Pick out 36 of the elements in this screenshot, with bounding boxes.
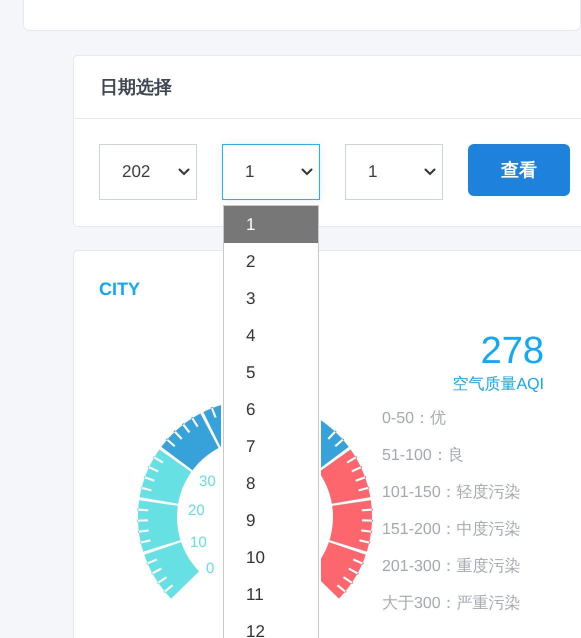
panel-title: 日期选择: [100, 76, 172, 98]
legend-item: 0-50：优: [382, 409, 448, 429]
select-field[interactable]: 1: [222, 144, 320, 200]
legend-item: 151-200：中度污染: [382, 520, 522, 540]
gauge-label: 20: [188, 502, 205, 519]
legend-item: 201-300：重度污染: [382, 556, 522, 577]
aqi-label: 空气质量AQI: [452, 374, 545, 395]
city-title: CITY: [99, 279, 140, 299]
legend-item: 大于300：严重污染: [382, 594, 522, 614]
dropdown-option[interactable]: 9: [224, 502, 318, 539]
dropdown-option[interactable]: 3: [224, 280, 318, 317]
dropdown-option[interactable]: 7: [224, 428, 318, 465]
select-value: 202: [122, 161, 150, 184]
chevron-icon: [424, 168, 436, 176]
dropdown-option[interactable]: 5: [224, 354, 318, 391]
select-field[interactable]: 1: [345, 144, 443, 200]
view-button[interactable]: 查看: [468, 144, 570, 196]
dropdown-option[interactable]: 2: [224, 243, 318, 280]
aqi-value: 278: [480, 329, 545, 373]
gauge-label: 0: [206, 560, 214, 577]
dropdown-option[interactable]: 10: [224, 539, 318, 576]
dropdown-option[interactable]: 1: [224, 206, 318, 243]
dropdown-option[interactable]: 6: [224, 391, 318, 428]
dropdown-option[interactable]: 8: [224, 465, 318, 502]
select-value: 1: [368, 161, 378, 184]
gauge-label: 10: [190, 534, 207, 551]
dropdown-option[interactable]: 4: [224, 317, 318, 354]
select-field[interactable]: 202: [99, 144, 197, 200]
dropdown-option[interactable]: 11: [224, 576, 318, 613]
select-value: 1: [245, 161, 254, 184]
gauge-label: 30: [199, 473, 216, 490]
legend-item: 101-150：轻度污染: [382, 482, 522, 503]
legend-item: 51-100：良: [382, 446, 465, 466]
dropdown-option[interactable]: 12: [224, 613, 318, 638]
chevron-icon: [301, 168, 313, 176]
chevron-icon: [178, 168, 190, 176]
